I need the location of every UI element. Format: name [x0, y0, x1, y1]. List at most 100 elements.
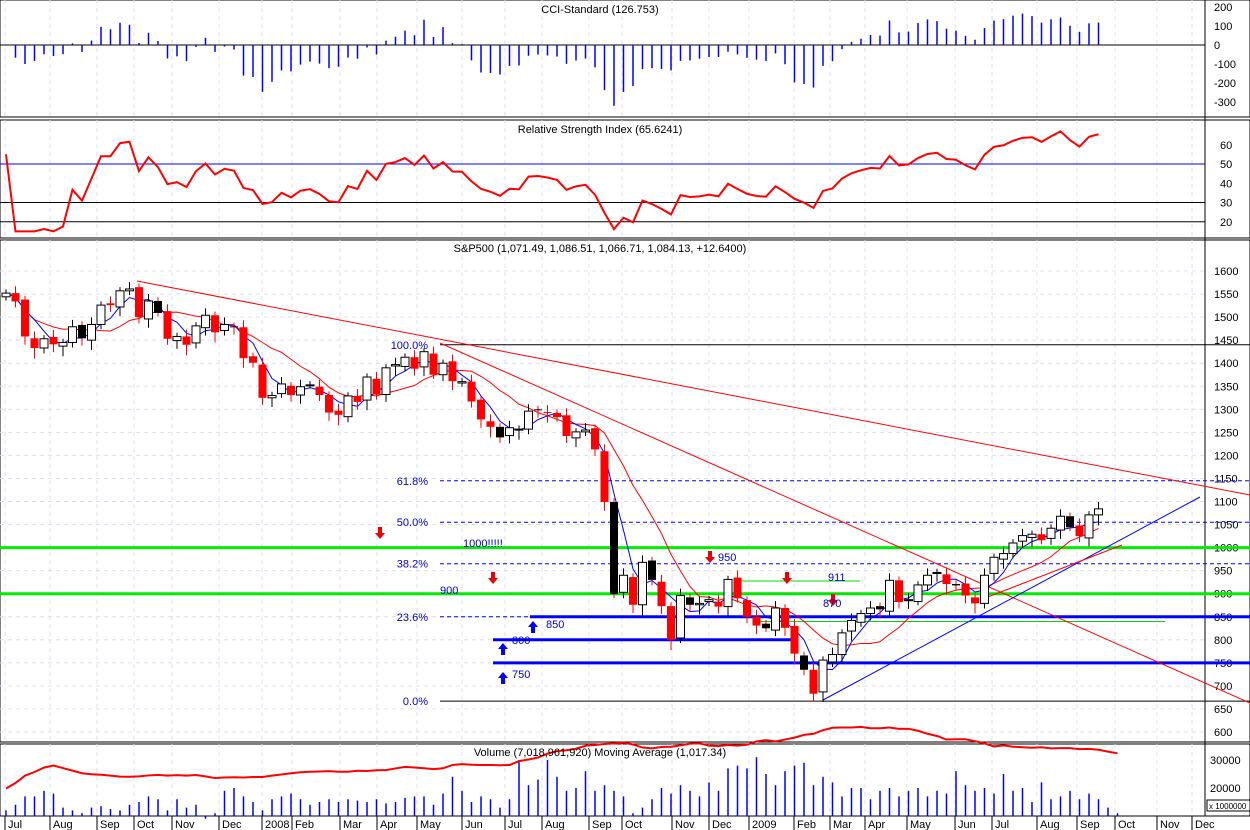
candle-body — [211, 315, 219, 333]
candle-body — [913, 584, 923, 603]
candle-body — [638, 561, 647, 606]
support-label: 900 — [440, 585, 458, 597]
candle-body — [325, 395, 333, 413]
x-tick-label: Jul — [8, 819, 22, 830]
volume-unit-label: x 1000000 — [1209, 802, 1247, 811]
candle-body — [1075, 525, 1084, 537]
candle-body — [400, 356, 410, 367]
candle-body — [30, 338, 39, 348]
candle-body — [676, 595, 685, 639]
candle-body — [191, 325, 201, 344]
price-tick-label: 1300 — [1214, 404, 1238, 416]
candle-body — [154, 300, 162, 313]
rsi-tick-label: 40 — [1220, 178, 1232, 190]
cci-tick-label: 0 — [1214, 40, 1220, 52]
candle-body — [762, 623, 770, 629]
annotation-label: 750 — [512, 669, 530, 681]
fib-label: 38.2% — [397, 559, 428, 571]
stock-chart: Jul Aug Sep Oct Nov Dec 2008 Feb Mar Apr May Jun Jul… — [0, 0, 1250, 830]
candle-body — [135, 287, 143, 318]
candle-body — [58, 341, 68, 347]
candle-body — [514, 428, 524, 431]
candle-body — [600, 451, 609, 502]
candle-body — [467, 381, 476, 402]
candle-body — [106, 303, 115, 306]
volume-title: Volume (7,018,961,920) Moving Average (1… — [474, 747, 726, 759]
candle-body — [315, 386, 324, 396]
candle-body — [182, 336, 191, 345]
support-label: 1000!!!!! — [463, 538, 503, 550]
candle-body — [115, 290, 125, 308]
candle-body — [752, 616, 761, 626]
candle-body — [591, 428, 599, 450]
rsi-title: Relative Strength Index (65.6241) — [518, 124, 683, 136]
candle-body — [856, 613, 866, 623]
cci-tick-label: -100 — [1214, 59, 1236, 71]
candle-body — [343, 395, 353, 418]
candle-body — [828, 654, 837, 663]
candle-body — [296, 386, 305, 396]
candle-body — [543, 412, 552, 414]
price-tick-label: 1050 — [1214, 520, 1238, 532]
candle-body — [629, 577, 637, 605]
candle-body — [496, 426, 504, 438]
fib-label: 0.0% — [403, 696, 428, 708]
candle-body — [381, 367, 391, 396]
price-tick-label: 1200 — [1214, 450, 1238, 462]
candle-body — [1018, 535, 1027, 542]
x-tick-label: May — [420, 819, 441, 830]
candle-body — [305, 384, 315, 387]
candle-body — [562, 415, 571, 437]
x-tick-label: Nov — [1160, 819, 1180, 830]
candle-body — [866, 607, 875, 615]
candle-body — [524, 410, 533, 430]
x-tick-label: Mar — [343, 819, 362, 830]
candle-body — [989, 556, 999, 574]
candle-body — [448, 361, 457, 382]
x-tick-label: Dec — [712, 819, 732, 830]
candle-body — [1027, 533, 1037, 538]
candle-body — [144, 300, 153, 320]
candle-body — [714, 601, 723, 607]
volume-tick-label: 30000 — [1210, 755, 1241, 767]
candle-body — [781, 607, 789, 628]
candle-body — [695, 602, 704, 606]
candle-body — [657, 581, 666, 607]
candle-body — [648, 560, 656, 580]
candle-body — [438, 362, 448, 376]
x-tick-label: Sep — [1080, 819, 1100, 830]
candle-body — [486, 421, 495, 427]
candle-body — [904, 599, 913, 602]
x-tick-label: Jun — [958, 819, 976, 830]
price-tick-label: 800 — [1214, 635, 1232, 647]
price-tick-label: 1600 — [1214, 266, 1238, 278]
candle-body — [581, 429, 590, 433]
candle-body — [847, 619, 856, 632]
volume-tick-label: 20000 — [1210, 783, 1241, 795]
x-tick-label: Apr — [380, 819, 397, 830]
candle-body — [534, 409, 542, 411]
candle-body — [1084, 514, 1094, 539]
candle-body — [249, 356, 257, 363]
candle-body — [429, 353, 438, 375]
x-tick-label: Jul — [995, 819, 1009, 830]
candle-body — [980, 574, 989, 604]
candle-body — [49, 336, 58, 345]
x-tick-label: Dec — [1195, 819, 1215, 830]
x-tick-label: Aug — [53, 819, 73, 830]
x-tick-label: Feb — [295, 819, 314, 830]
candle-body — [96, 304, 106, 325]
candle-body — [818, 659, 828, 693]
annotation-label: 850 — [546, 619, 564, 631]
candle-body — [971, 597, 979, 604]
rsi-tick-label: 60 — [1220, 140, 1232, 152]
x-tick-label: Aug — [545, 819, 565, 830]
candle-body — [410, 357, 419, 369]
candle-body — [923, 574, 932, 586]
x-tick-label: Jun — [465, 819, 483, 830]
annotation-label: 950 — [718, 552, 736, 564]
cci-tick-label: 200 — [1214, 2, 1232, 14]
candle-body — [457, 381, 467, 384]
candle-body — [125, 288, 134, 292]
candle-body — [372, 378, 381, 395]
